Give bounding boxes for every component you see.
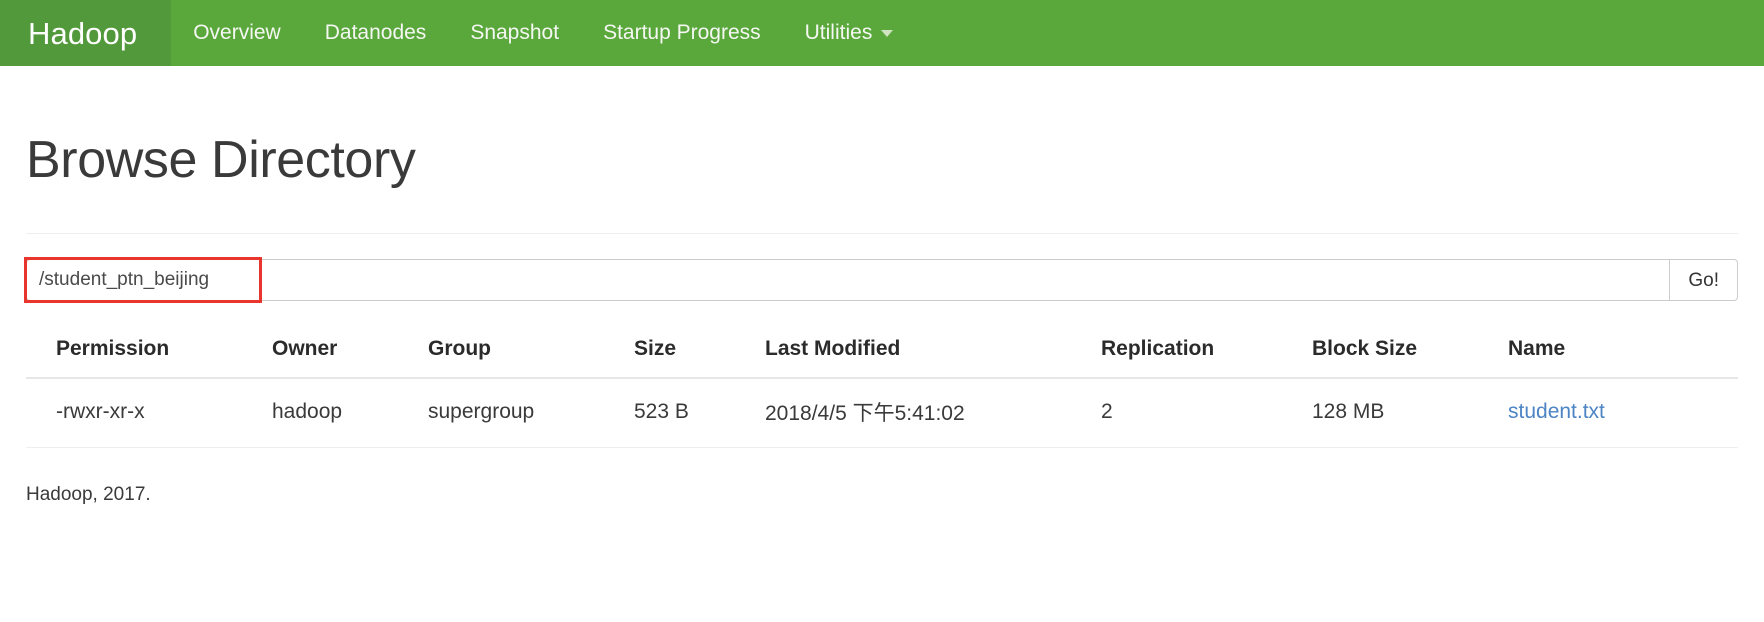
top-navbar: Hadoop Overview Datanodes Snapshot Start… [0,0,1764,66]
nav-item-datanodes[interactable]: Datanodes [303,0,449,66]
column-header-owner[interactable]: Owner [264,327,420,380]
nav-link-startup-progress[interactable]: Startup Progress [581,0,783,66]
go-button[interactable]: Go! [1669,259,1738,302]
table-row: -rwxr-xr-x hadoop supergroup 523 B 2018/… [26,378,1738,449]
table-header-row: Permission Owner Group Size Last Modifie… [26,327,1738,380]
nav-item-utilities[interactable]: Utilities [783,0,916,66]
nav-label-datanodes: Datanodes [324,21,427,44]
cell-group: supergroup [420,378,626,449]
column-header-block-size[interactable]: Block Size [1304,327,1500,380]
cell-name: student.txt [1500,378,1738,449]
nav-link-utilities[interactable]: Utilities [783,0,916,66]
file-link-student-txt[interactable]: student.txt [1508,400,1605,423]
nav-item-overview[interactable]: Overview [171,0,303,66]
table-head: Permission Owner Group Size Last Modifie… [26,327,1738,380]
nav-link-overview[interactable]: Overview [171,0,303,66]
main-container: Browse Directory Go! Permission Owner Gr… [0,131,1764,506]
directory-listing-table: Permission Owner Group Size Last Modifie… [26,327,1738,449]
page-title: Browse Directory [26,131,416,189]
brand-hadoop[interactable]: Hadoop [0,0,172,66]
footer-text: Hadoop, 2017. [26,484,151,506]
nav-label-startup-progress: Startup Progress [603,21,761,44]
nav-label-utilities: Utilities [804,21,873,44]
nav-item-snapshot[interactable]: Snapshot [448,0,581,66]
cell-owner: hadoop [264,378,420,449]
column-header-permission[interactable]: Permission [26,327,264,380]
nav-label-snapshot: Snapshot [470,21,560,44]
column-header-replication[interactable]: Replication [1093,327,1304,380]
cell-last-modified: 2018/4/5 下午5:41:02 [757,378,1093,449]
cell-size: 523 B [626,378,757,449]
primary-nav: Overview Datanodes Snapshot Startup Prog… [171,0,915,66]
nav-link-datanodes[interactable]: Datanodes [303,0,449,66]
nav-label-overview: Overview [193,21,281,44]
chevron-down-icon [881,29,894,37]
column-header-size[interactable]: Size [626,327,757,380]
nav-item-startup-progress[interactable]: Startup Progress [581,0,783,66]
cell-replication: 2 [1093,378,1304,449]
directory-path-input[interactable] [26,259,1670,302]
column-header-group[interactable]: Group [420,327,626,380]
cell-block-size: 128 MB [1304,378,1500,449]
cell-permission: -rwxr-xr-x [26,378,264,449]
table-body: -rwxr-xr-x hadoop supergroup 523 B 2018/… [26,378,1738,449]
column-header-name[interactable]: Name [1500,327,1738,380]
nav-link-snapshot[interactable]: Snapshot [448,0,581,66]
title-divider [26,233,1738,235]
column-header-last-modified[interactable]: Last Modified [757,327,1093,380]
path-input-group: Go! [24,257,1738,304]
